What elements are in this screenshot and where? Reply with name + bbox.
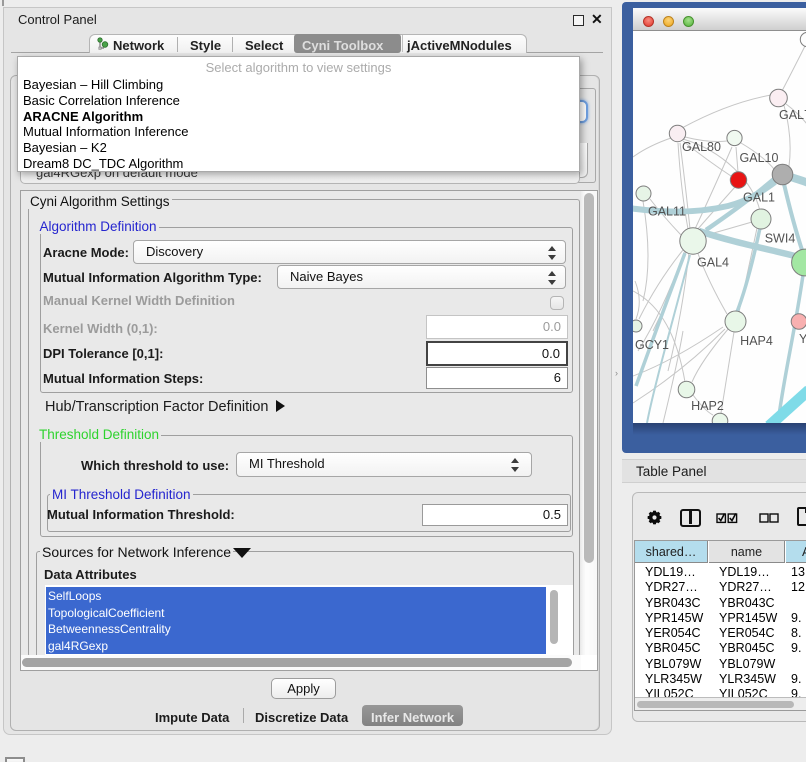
svg-text:HAP2: HAP2 (691, 399, 724, 413)
svg-text:GAL1: GAL1 (743, 191, 775, 205)
svg-text:GAL11: GAL11 (648, 205, 686, 219)
svg-text:HAP4: HAP4 (740, 334, 773, 348)
svg-text:GAL4: GAL4 (697, 256, 729, 270)
svg-text:GCY1: GCY1 (635, 338, 669, 352)
svg-text:Y: Y (799, 332, 806, 346)
svg-text:GAL10: GAL10 (740, 151, 779, 165)
svg-text:GAL80: GAL80 (682, 140, 721, 154)
svg-text:SWI4: SWI4 (765, 232, 796, 246)
svg-text:GAL7: GAL7 (779, 108, 806, 122)
